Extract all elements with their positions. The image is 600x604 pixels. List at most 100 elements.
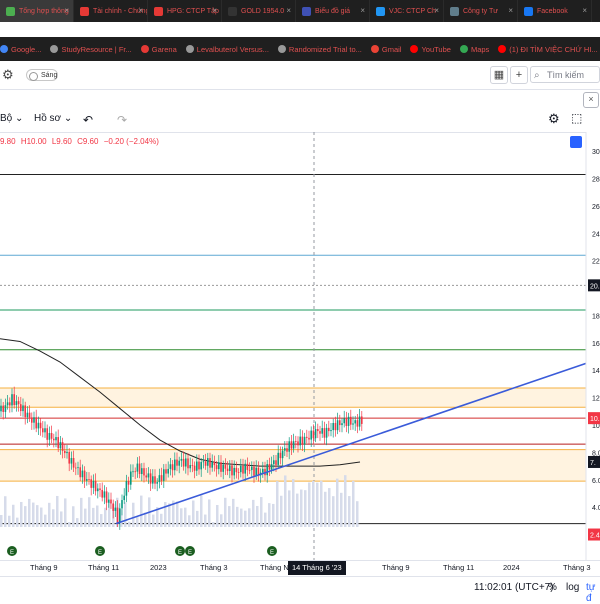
candle-body (123, 495, 125, 501)
tab-close-icon[interactable]: × (508, 6, 513, 15)
candle-body (61, 442, 64, 451)
level-price-label: 7. (590, 460, 596, 467)
candle-body (319, 431, 321, 434)
candle-body (121, 500, 123, 509)
candle-body (127, 481, 130, 485)
volume-bar (192, 500, 195, 527)
event-marker-label: E (178, 550, 182, 556)
bookmark-item[interactable]: Garena (140, 45, 177, 54)
volume-bar (136, 517, 139, 527)
candle-body (167, 468, 169, 474)
time-axis[interactable]: Tháng 9 Tháng 11 2023 Tháng 3 Tháng Năm Tháng… (0, 560, 600, 577)
bottom-bar: 11:02:01 (UTC+7) % log tự đ (0, 576, 600, 604)
volume-bar (36, 505, 39, 527)
bookmark-item[interactable]: Gmail (370, 45, 401, 54)
gear-icon[interactable]: ⚙ (2, 67, 14, 83)
tab-close-icon[interactable]: × (360, 6, 365, 15)
volume-bar (128, 521, 131, 527)
candle-body (301, 436, 304, 445)
volume-bar (48, 502, 51, 527)
volume-bar (96, 505, 99, 527)
time-tick-label: 2024 (503, 563, 520, 572)
undo-icon[interactable]: ↶ (83, 113, 93, 127)
candle-body (268, 464, 271, 470)
event-marker-label: E (98, 550, 102, 556)
browser-tab[interactable]: Facebook × (518, 0, 592, 22)
volume-bar (92, 507, 95, 527)
indicators-menu[interactable]: Bộ ⌄ (0, 113, 23, 124)
candle-body (224, 464, 227, 469)
candle-body (169, 464, 172, 469)
level-price-label-2: 2.4 (590, 533, 600, 540)
candle-body (103, 491, 106, 498)
bookmark-item[interactable]: Randomized Trial to... (277, 45, 362, 54)
percent-scale-button[interactable]: % (548, 582, 557, 593)
candle-body (35, 417, 37, 429)
volume-bar (88, 497, 91, 527)
candle-body (189, 465, 191, 469)
volume-bar (140, 495, 143, 527)
browser-tab[interactable]: Tổng hợp thông × (0, 0, 74, 22)
candle-body (68, 451, 70, 464)
tab-close-icon[interactable]: × (212, 6, 217, 15)
volume-bar (132, 502, 135, 527)
search-input[interactable]: ⌕ Tìm kiếm (530, 66, 600, 83)
candle-body (332, 423, 334, 431)
browser-tab[interactable]: GOLD 1954.0 × (222, 0, 296, 22)
volume-bar (300, 489, 303, 527)
event-marker-label: E (270, 550, 274, 556)
candle-body (114, 507, 117, 511)
bookmark-item[interactable]: StudyResource | Fr... (50, 45, 132, 54)
browser-tab[interactable]: Tài chính - Chứng × (74, 0, 148, 22)
candle-body (108, 499, 110, 503)
candle-body (275, 460, 277, 465)
settings-gear-icon[interactable]: ⚙ (548, 111, 560, 127)
browser-tab[interactable]: HPG: CTCP Tập × (148, 0, 222, 22)
layout-grid-icon[interactable]: ▦ (490, 66, 508, 84)
bookmark-icon (498, 45, 507, 53)
candle-body (132, 471, 134, 473)
bookmark-item[interactable]: Google... (0, 45, 41, 54)
time-tick-label: Tháng 3 (563, 563, 591, 572)
browser-tab[interactable]: Biểu đồ giá × (296, 0, 370, 22)
browser-tab[interactable]: Công ty Tư × (444, 0, 518, 22)
bookmark-item[interactable]: (1) ĐI TÌM VIỆC CHỨ HI... (498, 45, 598, 54)
candle-body (361, 416, 363, 424)
tab-close-icon[interactable]: × (582, 6, 587, 15)
volume-bar (72, 506, 75, 527)
bookmark-item[interactable]: YouTube (410, 45, 451, 54)
candle-body (2, 405, 4, 412)
candle-body (200, 462, 202, 470)
candle-body (178, 460, 180, 466)
snapshot-icon[interactable]: ⬚ (571, 111, 582, 125)
templates-menu[interactable]: Hồ sơ ⌄ (34, 113, 72, 124)
tab-close-icon[interactable]: × (286, 6, 291, 15)
candle-body (182, 458, 185, 467)
price-chart[interactable]: EEEEE30.0028.0026.0024.0022.0020.0018.00… (0, 132, 600, 560)
candle-body (222, 464, 224, 472)
candle-body (20, 404, 22, 412)
close-panel-button[interactable]: × (583, 92, 599, 108)
tab-label: GOLD 1954.0 (241, 7, 285, 15)
tab-favicon-icon (302, 6, 311, 16)
theme-toggle[interactable]: Sáng (26, 69, 58, 81)
candle-body (350, 416, 352, 425)
browser-tab[interactable]: VJC: CTCP Ch × (370, 0, 444, 22)
candle-body (279, 452, 282, 459)
volume-bar (220, 514, 223, 527)
tab-favicon-icon (228, 6, 237, 16)
bookmark-item[interactable]: Levalbuterol Versus... (185, 45, 269, 54)
candle-body (9, 402, 11, 406)
candle-body (180, 458, 183, 461)
volume-bar (292, 479, 295, 527)
volume-bar (0, 515, 3, 527)
redo-icon[interactable]: ↷ (117, 113, 127, 127)
tab-close-icon[interactable]: × (434, 6, 439, 15)
add-icon[interactable]: + (510, 66, 528, 84)
tab-close-icon[interactable]: × (138, 6, 143, 15)
bookmark-item[interactable]: Maps (459, 45, 489, 54)
candle-body (134, 471, 136, 473)
log-scale-button[interactable]: log (566, 582, 579, 593)
auto-scale-button[interactable]: tự đ (586, 582, 600, 604)
tab-close-icon[interactable]: × (64, 6, 69, 15)
